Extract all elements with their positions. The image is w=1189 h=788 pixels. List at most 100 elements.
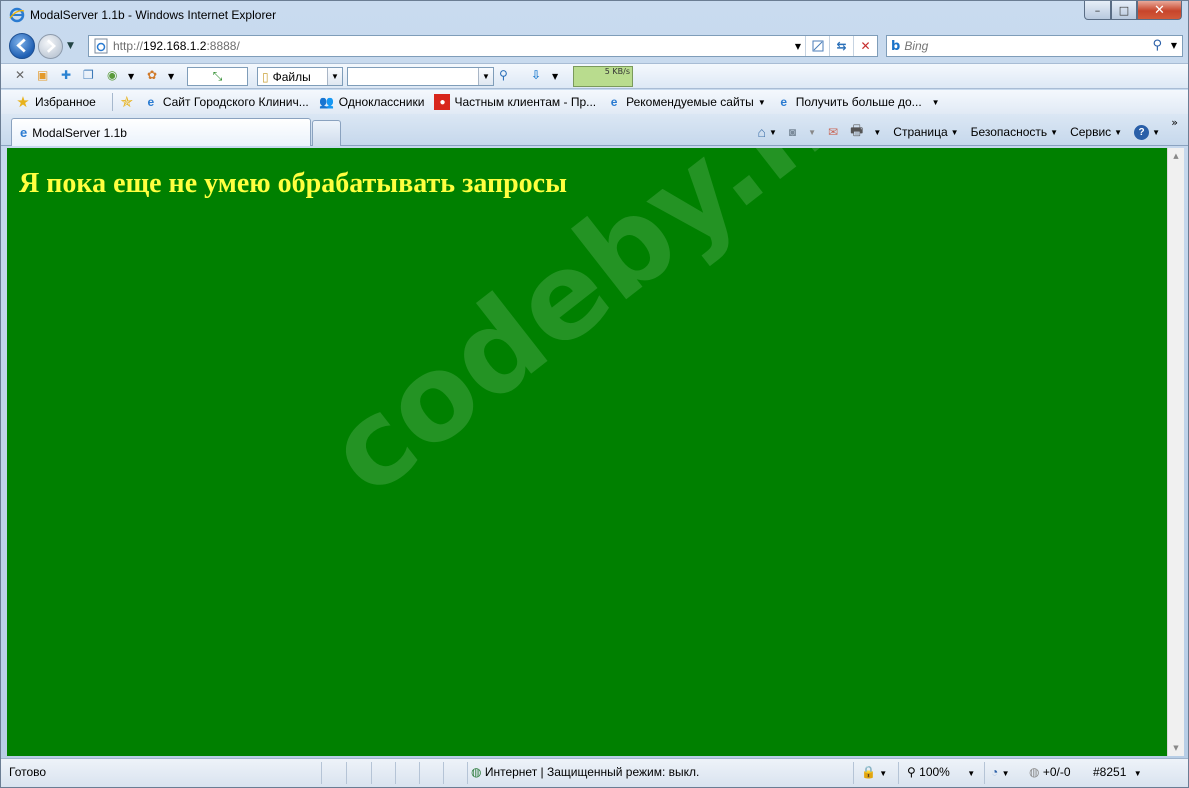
address-bar[interactable]: http://192.168.1.2:8888/ ▼ ⇆ ✕ — [88, 35, 878, 57]
zoom-icon: ⚲ — [907, 765, 916, 779]
add-to-favorites-button[interactable]: ✯ — [119, 94, 139, 111]
search-box[interactable]: b ⚲ ▼ — [886, 35, 1183, 57]
favorite-item-label: Рекомендуемые сайты — [626, 95, 754, 109]
favorite-item-clinic[interactable]: e Сайт Городского Клинич... — [143, 94, 308, 110]
tab-modalserver[interactable]: e ModalServer 1.1b — [11, 118, 311, 146]
people-icon: 👥 — [319, 95, 335, 109]
ie-page-icon: e — [780, 95, 788, 109]
favorite-item-odnoklassniki[interactable]: 👥 Одноклассники — [319, 94, 424, 110]
ie-logo-icon — [9, 7, 25, 23]
search-options-dropdown-icon[interactable]: ▼ — [1171, 41, 1177, 50]
page-menu-dropdown-icon: ▼ — [950, 127, 959, 137]
home-icon: ⌂ — [757, 124, 766, 140]
status-separator — [346, 762, 347, 784]
address-url[interactable]: http://192.168.1.2:8888/ — [113, 39, 240, 53]
globe-dropdown-icon[interactable]: ▼ — [128, 72, 134, 81]
toolbar-search-icon[interactable]: ⚲ — [499, 68, 508, 82]
globe-icon[interactable]: ◉ — [107, 68, 117, 82]
security-status-icon[interactable]: 🔒 ▼ — [861, 765, 887, 779]
counter-a: ◍ +0/-0 — [1029, 765, 1071, 779]
toolbar-search-dropdown-icon: ▼ — [478, 68, 493, 85]
chevron-more-icon[interactable]: » — [1171, 116, 1178, 129]
ie-page-icon: e — [147, 95, 155, 109]
tools-icon[interactable]: ✿ — [147, 68, 157, 82]
files-dropdown[interactable]: ▯ Файлы ▼ — [257, 67, 343, 86]
zoom-level: 100% — [919, 765, 950, 779]
zoom-dropdown-icon: ▼ — [967, 769, 976, 778]
address-dropdown-icon[interactable]: ▼ — [791, 36, 805, 56]
status-separator — [395, 762, 396, 784]
stop-icon[interactable]: ✕ — [853, 36, 877, 56]
page-menu[interactable]: Страница ▼ — [893, 125, 958, 139]
print-button[interactable]: 🖶 ▼ — [850, 120, 881, 144]
home-button[interactable]: ⌂ ▼ — [758, 124, 777, 140]
close-toolbar-icon[interactable]: ✕ — [15, 68, 25, 82]
mail-button[interactable]: ✉ — [828, 125, 838, 139]
favorites-separator — [111, 93, 113, 111]
status-text: Готово — [9, 765, 47, 779]
watermark-text: codeby.net — [302, 148, 964, 522]
search-input[interactable] — [904, 39, 1145, 53]
print-dropdown-icon: ▼ — [873, 127, 882, 137]
page-menu-label: Страница — [893, 125, 948, 139]
home-dropdown-icon: ▼ — [768, 127, 777, 137]
add-icon[interactable]: ✚ — [61, 68, 71, 82]
compatibility-view-icon[interactable] — [805, 36, 829, 56]
dropdown-arrow-icon: ▼ — [757, 97, 766, 107]
counter-b[interactable]: #8251 ▼ — [1093, 765, 1142, 779]
favorites-button[interactable]: ★ Избранное — [15, 94, 96, 111]
windows-icon[interactable]: ❐ — [83, 68, 94, 82]
internet-zone[interactable]: ◍ Интернет | Защищенный режим: выкл. — [471, 765, 699, 779]
internet-zone-label: Интернет | Защищенный режим: выкл. — [484, 765, 700, 779]
vertical-scrollbar[interactable]: ▲ ▼ — [1167, 148, 1184, 756]
toolbar: ✕ ▣ ✚ ❐ ◉ ▼ ✿ ▼ ⤡ ▯ Файлы ▼ ▼ ⚲ ⇩ ▼ 5 KB… — [1, 63, 1188, 89]
feeds-button[interactable]: ◙ ▼ — [789, 125, 816, 139]
zoom-control[interactable]: ⚲ 100% ▼ — [907, 765, 975, 779]
favorite-item-private-clients[interactable]: ● Частным клиентам - Пр... — [434, 94, 596, 110]
favorites-label: Избранное — [35, 95, 96, 109]
tools-menu[interactable]: Сервис ▼ — [1070, 125, 1122, 139]
favorites-star-icon: ★ — [16, 94, 30, 111]
files-label: Файлы — [272, 69, 311, 84]
forward-arrow-icon — [46, 39, 56, 53]
files-dropdown-arrow-icon: ▼ — [327, 68, 342, 85]
tab-bar: e ModalServer 1.1b ⌂ ▼ ◙ ▼ ✉ 🖶 ▼ Страница ▼ … — [1, 114, 1188, 146]
close-window-button[interactable]: ✕ — [1137, 1, 1182, 20]
connection-arrow-icon: ⤡ — [212, 69, 223, 83]
title-bar: ModalServer 1.1b - Windows Internet Expl… — [1, 1, 1188, 29]
rss-icon: ◙ — [788, 125, 797, 139]
favorites-bar: ★ Избранное ✯ e Сайт Городского Клинич..… — [1, 90, 1188, 114]
refresh-icon[interactable]: ⇆ — [829, 36, 853, 56]
minimize-button[interactable]: – — [1084, 1, 1111, 20]
mts-logo-icon: ● — [434, 94, 451, 110]
feeds-dropdown-icon: ▼ — [808, 127, 817, 137]
addon-status-icon[interactable]: ◔ ▼ — [991, 765, 1010, 779]
help-icon: ? — [1134, 124, 1150, 140]
tools-dropdown-icon[interactable]: ▼ — [168, 72, 174, 81]
counter-b-dropdown-icon: ▼ — [1133, 769, 1142, 778]
scroll-up-icon[interactable]: ▲ — [1168, 148, 1184, 164]
toolbar-search-field[interactable]: ▼ — [347, 67, 494, 86]
bing-logo-icon: b — [891, 38, 901, 54]
browser-window: ModalServer 1.1b - Windows Internet Expl… — [0, 0, 1189, 788]
favorite-item-suggested-sites[interactable]: e Рекомендуемые сайты ▼ — [606, 94, 766, 110]
new-tab-button[interactable] — [312, 120, 341, 146]
scroll-down-icon[interactable]: ▼ — [1168, 740, 1184, 756]
forward-button[interactable] — [38, 34, 63, 59]
help-button[interactable]: ? ▼ — [1134, 124, 1160, 140]
download-icon[interactable]: ⇩ — [531, 68, 541, 82]
toolbar-tool-1-icon[interactable]: ▣ — [37, 68, 48, 82]
search-icon[interactable]: ⚲ — [1152, 38, 1162, 53]
download-dropdown-icon[interactable]: ▼ — [552, 72, 558, 81]
status-bar: Готово ◍ Интернет | Защищенный режим: вы… — [1, 758, 1188, 787]
safety-menu[interactable]: Безопасность ▼ — [971, 125, 1058, 139]
ie-tab-icon: e — [20, 125, 28, 140]
connection-status-box[interactable]: ⤡ — [187, 67, 248, 86]
recent-pages-dropdown-icon[interactable]: ▼ — [67, 41, 74, 51]
back-button[interactable] — [9, 33, 35, 59]
favorite-item-label: Получить больше до... — [795, 95, 922, 109]
safety-menu-label: Безопасность — [970, 125, 1048, 139]
speed-meter: 5 KB/s — [573, 66, 633, 87]
favorite-item-get-more-addons[interactable]: e Получить больше до... ▼ — [776, 94, 939, 110]
maximize-button[interactable]: □ — [1111, 1, 1137, 20]
